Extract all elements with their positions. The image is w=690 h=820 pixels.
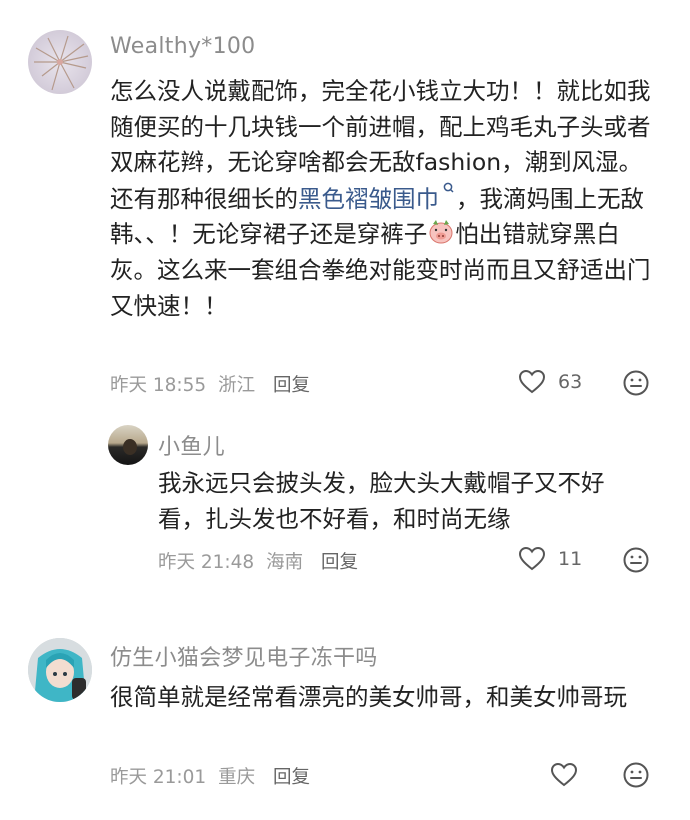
search-small-icon (443, 182, 454, 193)
comment-meta: 昨天 21:48 海南 回复 (158, 548, 364, 574)
username[interactable]: 仿生小猫会梦见电子冻干吗 (110, 640, 378, 672)
like-button[interactable] (550, 762, 578, 788)
comment-location: 重庆 (218, 767, 256, 788)
like-count: 11 (558, 548, 583, 570)
comment-location: 浙江 (218, 375, 256, 396)
comment-meta: 昨天 21:01 重庆 回复 (110, 763, 316, 789)
avatar[interactable] (28, 30, 92, 94)
like-count: 63 (558, 371, 583, 393)
comment-location: 海南 (266, 552, 304, 573)
username[interactable]: 小鱼儿 (158, 429, 225, 461)
smiley-reply-icon[interactable] (622, 761, 650, 789)
avatar[interactable] (108, 425, 148, 465)
comment-date: 昨天 21:48 (158, 552, 255, 573)
heart-outline-icon (518, 369, 546, 394)
heart-outline-icon (550, 762, 578, 787)
comment-text: 怎么没人说戴配饰，完全花小钱立大功！！就比如我随便买的十几块钱一个前进帽，配上鸡… (110, 74, 662, 324)
smiley-reply-icon[interactable] (622, 546, 650, 574)
smiley-reply-icon[interactable] (622, 369, 650, 397)
comment-date: 昨天 18:55 (110, 375, 207, 396)
like-button[interactable]: 11 (518, 546, 582, 572)
reply-button[interactable]: 回复 (273, 767, 310, 788)
pig-head-emoji (429, 220, 453, 244)
comment-meta: 昨天 18:55 浙江 回复 (110, 371, 316, 397)
reply-button[interactable]: 回复 (321, 552, 358, 573)
reply-button[interactable]: 回复 (273, 375, 310, 396)
comment-text: 很简单就是经常看漂亮的美女帅哥，和美女帅哥玩 (110, 683, 627, 711)
comment-text: 我永远只会披头发，脸大头大戴帽子又不好看，扎头发也不好看，和时尚无缘 (158, 469, 605, 533)
silhouette-avatar-icon (123, 439, 137, 455)
search-link[interactable]: 黑色褶皱围巾 (298, 182, 456, 213)
like-button[interactable]: 63 (518, 369, 582, 395)
avatar[interactable] (28, 638, 92, 702)
anime-avatar-icon (28, 638, 92, 702)
heart-outline-icon (518, 546, 546, 571)
flower-avatar-icon (34, 35, 89, 91)
username[interactable]: Wealthy*100 (110, 34, 255, 59)
comment-date: 昨天 21:01 (110, 767, 207, 788)
